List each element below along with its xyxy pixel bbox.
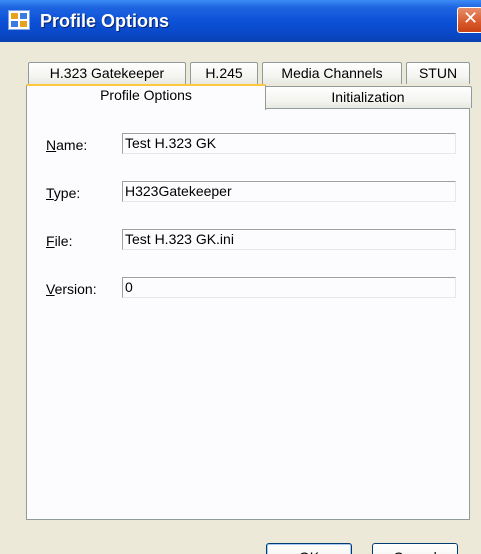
tab-profile-options[interactable]: Profile Options bbox=[26, 84, 266, 110]
name-field[interactable]: Test H.323 GK bbox=[122, 133, 456, 154]
version-field[interactable]: 0 bbox=[122, 277, 456, 298]
tab-stun[interactable]: STUN bbox=[406, 62, 470, 84]
tab-h245[interactable]: H.245 bbox=[190, 62, 258, 84]
close-icon[interactable]: ✕ bbox=[457, 7, 481, 33]
name-label: Name: bbox=[46, 137, 88, 153]
file-label: File: bbox=[46, 233, 73, 249]
cancel-button[interactable]: Cancel bbox=[372, 543, 458, 554]
version-label: Version: bbox=[46, 281, 97, 297]
window-title: Profile Options bbox=[40, 11, 170, 31]
tab-panel bbox=[26, 108, 470, 520]
app-icon bbox=[8, 10, 30, 30]
tab-media-channels[interactable]: Media Channels bbox=[262, 62, 402, 84]
profile-options-dialog: Profile Options ✕ H.323 Gatekeeper H.245… bbox=[0, 0, 481, 554]
file-field[interactable]: Test H.323 GK.ini bbox=[122, 229, 456, 250]
type-field[interactable]: H323Gatekeeper bbox=[122, 181, 456, 202]
tab-h323-gatekeeper[interactable]: H.323 Gatekeeper bbox=[28, 62, 186, 84]
ok-button[interactable]: OK bbox=[266, 543, 352, 554]
title-bar[interactable]: Profile Options ✕ bbox=[0, 0, 481, 42]
tab-initialization[interactable]: Initialization bbox=[264, 86, 472, 108]
type-label: Type: bbox=[46, 185, 81, 201]
